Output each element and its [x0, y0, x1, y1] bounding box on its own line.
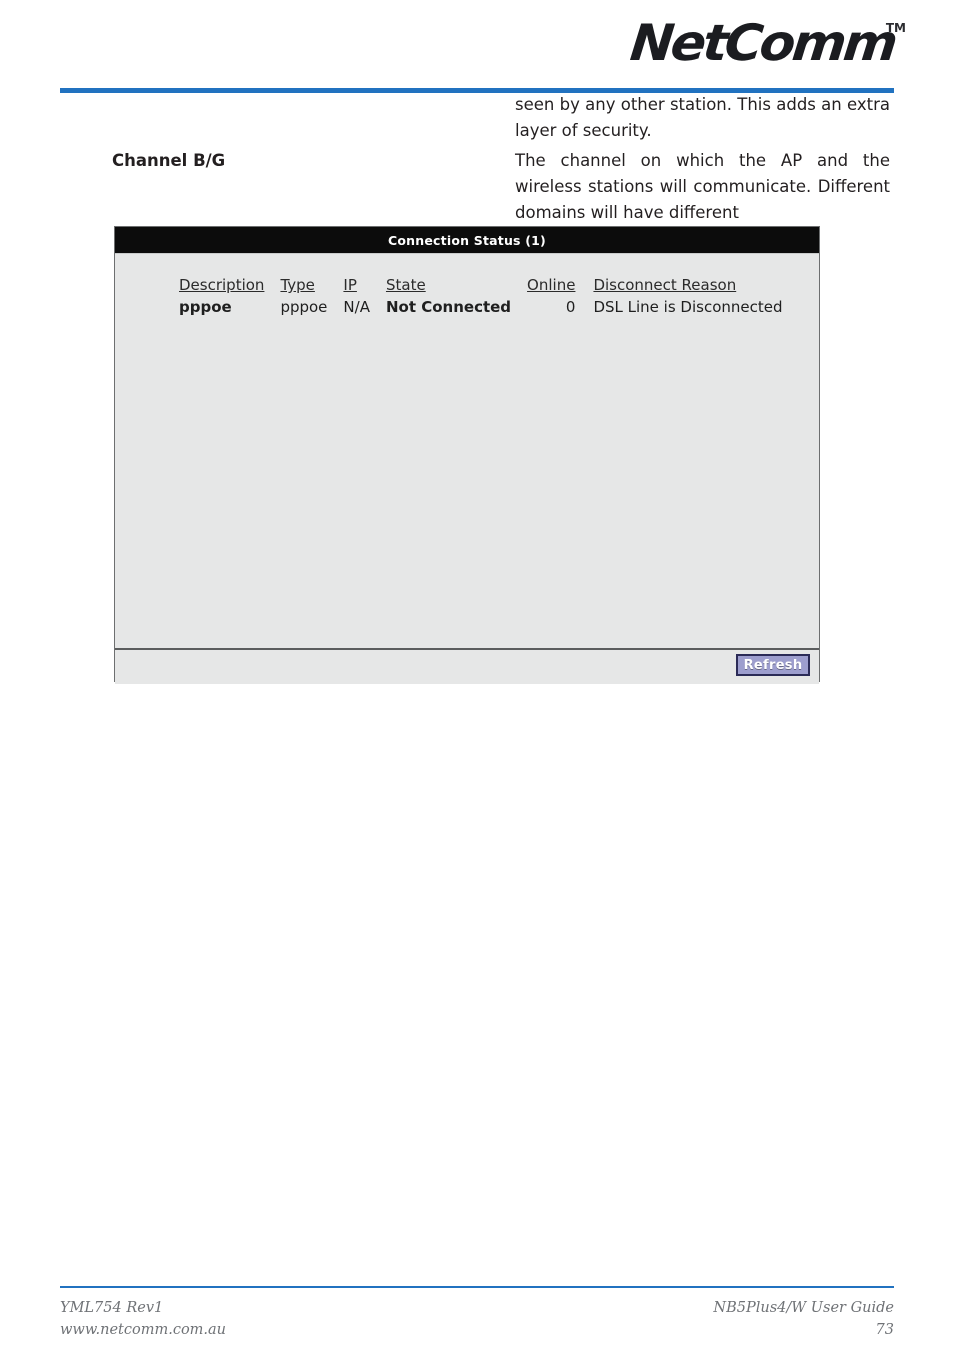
brand-wordmark: NetComm — [627, 14, 898, 72]
footer-doc-code: YML754 Rev1 — [60, 1300, 164, 1316]
column-header-ip[interactable]: IP — [343, 276, 386, 298]
table-header-row: Description Type IP State Online Disconn… — [179, 276, 799, 298]
panel-titlebar: Connection Status (1) — [115, 227, 819, 253]
cell-ip: N/A — [343, 298, 370, 316]
netcomm-logo: NetComm TM — [627, 14, 906, 72]
cell-online: 0 — [565, 298, 576, 316]
footer-page-number: 73 — [875, 1322, 894, 1338]
page-header: NetComm TM — [0, 0, 954, 96]
cell-disconnect-reason: DSL Line is Disconnected — [593, 298, 783, 316]
refresh-button[interactable]: Refresh — [736, 654, 810, 676]
table-row: pppoe pppoe N/A Not Connected 0 DSL Line… — [179, 298, 799, 316]
intro-paragraph: seen by any other station. This adds an … — [515, 95, 890, 140]
column-header-type[interactable]: Type — [280, 276, 343, 298]
cell-state: Not Connected — [385, 298, 512, 316]
connection-status-panel: Connection Status (1) Description Type I… — [114, 226, 820, 684]
connection-status-table: Description Type IP State Online Disconn… — [179, 276, 799, 316]
footer-website: www.netcomm.com.au — [60, 1322, 227, 1338]
panel-footer: Refresh — [115, 648, 819, 684]
footer-right-block: NB5Plus4/W User Guide 73 — [713, 1297, 894, 1341]
term-description-channel-bg: The channel on which the AP and the wire… — [515, 151, 890, 222]
footer-divider-rule — [60, 1286, 894, 1288]
term-label-channel-bg: Channel B/G — [112, 151, 226, 170]
panel-title: Connection Status (1) — [388, 232, 546, 248]
page-footer: YML754 Rev1 www.netcomm.com.au NB5Plus4/… — [60, 1286, 894, 1341]
footer-columns: YML754 Rev1 www.netcomm.com.au NB5Plus4/… — [60, 1297, 894, 1341]
footer-left-block: YML754 Rev1 www.netcomm.com.au — [60, 1297, 226, 1341]
column-header-description[interactable]: Description — [179, 276, 280, 298]
cell-type: pppoe — [280, 298, 328, 316]
cell-description: pppoe — [179, 298, 232, 316]
footer-guide-title: NB5Plus4/W User Guide — [713, 1300, 894, 1316]
column-header-online[interactable]: Online — [527, 276, 593, 298]
panel-body: Description Type IP State Online Disconn… — [115, 253, 819, 648]
column-header-disconnect-reason[interactable]: Disconnect Reason — [593, 276, 798, 298]
column-header-state[interactable]: State — [386, 276, 527, 298]
